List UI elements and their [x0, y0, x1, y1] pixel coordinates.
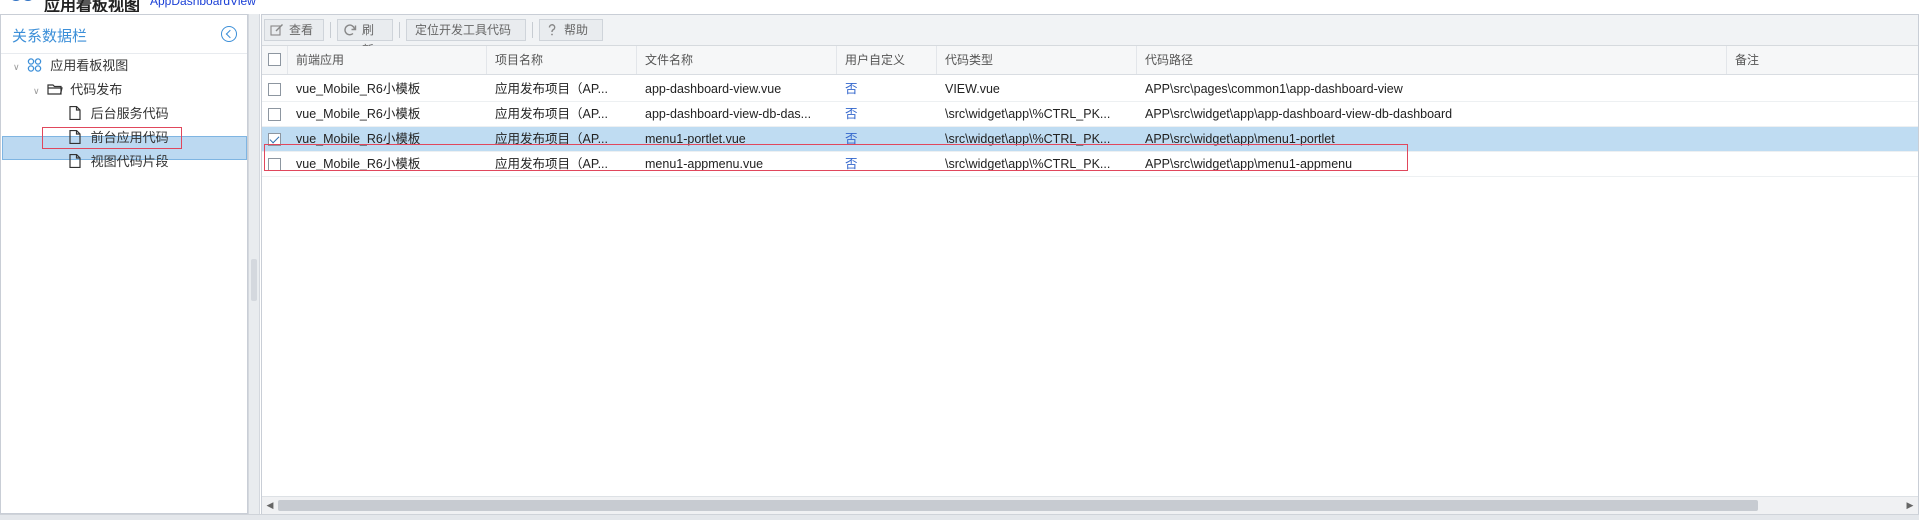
- refresh-button[interactable]: 刷新: [337, 19, 393, 57]
- row-checkbox[interactable]: [268, 83, 281, 96]
- tree-node-label: 后台服务代码: [90, 106, 169, 121]
- locate-dev-tool-code-button[interactable]: 定位开发工具代码: [406, 19, 526, 41]
- sidebar-title: 关系数据栏: [12, 28, 88, 45]
- bottom-status-strip: [0, 514, 1919, 520]
- table-row[interactable]: vue_Mobile_R6小模板 应用发布项目（AP... app-dashbo…: [262, 77, 1918, 102]
- toolbar-separator: [399, 22, 400, 38]
- app-grid-icon: [27, 58, 41, 72]
- tree-node-view-snippets[interactable]: 视图代码片段: [67, 151, 169, 173]
- select-all-checkbox[interactable]: [268, 53, 281, 66]
- cell-frontend-app: vue_Mobile_R6小模板: [296, 82, 421, 96]
- locate-button-label: 定位开发工具代码: [415, 23, 512, 37]
- toolbar: 查看 刷新 定位开发工具代码 帮助: [262, 15, 1918, 57]
- cell-user-custom[interactable]: 否: [837, 102, 937, 126]
- cell-remarks: [1727, 102, 1918, 126]
- cell-remarks: [1727, 127, 1918, 151]
- view-button[interactable]: 查看: [264, 19, 324, 41]
- cell-file-name: app-dashboard-view.vue: [645, 82, 782, 96]
- tree-node-label: 应用看板视图: [50, 58, 129, 73]
- header-select-all-cell: [262, 46, 288, 74]
- cell-user-custom[interactable]: 否: [837, 77, 937, 101]
- scrollbar-thumb[interactable]: [278, 500, 1758, 511]
- cell-remarks: [1727, 152, 1918, 176]
- column-header-user-custom[interactable]: 用户自定义: [837, 46, 937, 74]
- splitter-grip[interactable]: [251, 259, 257, 301]
- help-button-label: 帮助: [564, 23, 589, 37]
- column-header-code-path[interactable]: 代码路径: [1137, 46, 1727, 74]
- scroll-right-icon[interactable]: ▶: [1905, 500, 1915, 510]
- cell-code-type: \src\widget\app\%CTRL_PK...: [945, 107, 1111, 121]
- table-row[interactable]: vue_Mobile_R6小模板 应用发布项目（AP... app-dashbo…: [262, 102, 1918, 127]
- relation-sidebar: 关系数据栏 ∨ 应用看板视图 ∨ 代码发布 后台服务代码 前台应用代码 视图代码…: [0, 14, 248, 514]
- annotation-highlight-box: [42, 127, 182, 149]
- row-checkbox[interactable]: [268, 108, 281, 121]
- sidebar-header: 关系数据栏: [1, 15, 247, 54]
- file-icon: [69, 106, 81, 120]
- help-icon: [548, 24, 556, 36]
- folder-open-icon: [47, 84, 63, 95]
- refresh-icon: [344, 24, 357, 36]
- tree-node-label: 视图代码片段: [90, 154, 169, 169]
- scroll-left-icon[interactable]: ◀: [265, 500, 275, 510]
- column-header-file-name[interactable]: 文件名称: [637, 46, 837, 74]
- app-logo-icon: [12, 0, 32, 1]
- panel-splitter[interactable]: [248, 14, 260, 514]
- cell-file-name: app-dashboard-view-db-das...: [645, 107, 812, 121]
- tree-node-code-publish[interactable]: ∨ 代码发布: [33, 79, 122, 101]
- cell-frontend-app: vue_Mobile_R6小模板: [296, 107, 421, 121]
- column-header-project-name[interactable]: 项目名称: [487, 46, 637, 74]
- grid-header: 前端应用 项目名称 文件名称 用户自定义 代码类型 代码路径 备注: [262, 46, 1918, 75]
- cell-project-name: 应用发布项目（AP...: [495, 107, 608, 121]
- column-header-code-type[interactable]: 代码类型: [937, 46, 1137, 74]
- app-title: 应用看板视图: [44, 0, 141, 12]
- column-header-remarks[interactable]: 备注: [1727, 46, 1918, 74]
- chevron-down-icon[interactable]: ∨: [33, 80, 43, 102]
- tree-node-app-dashboard[interactable]: ∨ 应用看板视图: [13, 55, 128, 77]
- cell-remarks: [1727, 77, 1918, 101]
- toolbar-separator: [330, 22, 331, 38]
- app-title-bar: 应用看板视图 AppDashboardView: [0, 0, 1919, 12]
- edit-icon: [270, 24, 283, 36]
- tree-node-label: 代码发布: [70, 82, 123, 97]
- cell-project-name: 应用发布项目（AP...: [495, 82, 608, 96]
- view-button-label: 查看: [289, 23, 314, 37]
- horizontal-scrollbar[interactable]: ◀ ▶: [262, 496, 1918, 514]
- cell-code-type: VIEW.vue: [945, 82, 1000, 96]
- cell-code-path: APP\src\pages\common1\app-dashboard-view: [1145, 82, 1403, 96]
- toolbar-separator: [532, 22, 533, 38]
- chevron-down-icon[interactable]: ∨: [13, 56, 23, 78]
- file-icon: [69, 154, 81, 168]
- annotation-highlight-box: [264, 144, 1408, 171]
- column-header-frontend-app[interactable]: 前端应用: [288, 46, 487, 74]
- help-button[interactable]: 帮助: [539, 19, 603, 41]
- code-grid-panel: 查看 刷新 定位开发工具代码 帮助 前端应用 项目名称 文件名称: [261, 14, 1919, 514]
- collapse-sidebar-icon[interactable]: [221, 26, 237, 42]
- app-subtitle: AppDashboardView: [150, 0, 256, 8]
- cell-code-path: APP\src\widget\app\app-dashboard-view-db…: [1145, 107, 1453, 121]
- tree-node-backend-code[interactable]: 后台服务代码: [67, 103, 169, 125]
